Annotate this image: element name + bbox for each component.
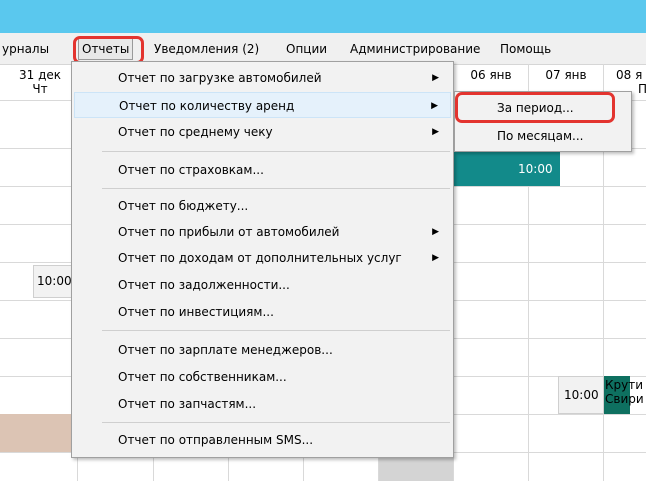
submenu-arrow-icon: ▶ — [431, 101, 438, 111]
report-item-insurance[interactable]: Отчет по страховкам... — [74, 157, 451, 183]
menu-item-label: Отчет по среднему чеку — [118, 125, 273, 139]
menu-journals[interactable]: урналы — [2, 40, 49, 58]
menu-notifications[interactable]: Уведомления (2) — [154, 40, 259, 58]
report-item-car-profit[interactable]: Отчет по прибыли от автомобилей ▶ — [74, 219, 451, 245]
day-header-date: 06 янв — [470, 68, 512, 82]
submenu-item-by-months[interactable]: По месяцам... — [457, 123, 629, 149]
booking-time: 10:00 — [518, 162, 553, 176]
report-item-car-load[interactable]: Отчет по загрузке автомобилей ▶ — [74, 65, 451, 91]
menu-item-label: Отчет по инвестициям... — [118, 305, 274, 319]
report-item-average-check[interactable]: Отчет по среднему чеку ▶ — [74, 119, 451, 145]
menu-separator — [102, 422, 450, 423]
reports-dropdown-menu: Отчет по загрузке автомобилей ▶ Отчет по… — [71, 61, 454, 458]
report-item-extra-services[interactable]: Отчет по доходам от дополнительных услуг… — [74, 245, 451, 271]
menu-item-label: Отчет по отправленным SMS... — [118, 433, 314, 447]
day-header-weekday: Чт — [32, 82, 48, 96]
day-header-date: 08 я — [616, 68, 643, 82]
day-header: 06 янв — [458, 68, 524, 82]
report-item-rentals-count[interactable]: Отчет по количеству аренд ▶ — [74, 92, 451, 118]
submenu-arrow-icon: ▶ — [432, 73, 439, 83]
booking-block[interactable]: 10:00 — [558, 376, 604, 414]
menu-item-label: Отчет по собственникам... — [118, 370, 287, 384]
report-item-budget[interactable]: Отчет по бюджету... — [74, 193, 451, 219]
reports-highlight-ring — [73, 36, 144, 64]
menu-separator — [102, 151, 450, 152]
menu-item-label: Отчет по количеству аренд — [119, 99, 295, 113]
by-period-highlight-ring — [455, 92, 615, 123]
menu-item-label: Отчет по запчастям... — [118, 397, 257, 411]
window-titlebar — [0, 0, 646, 33]
menu-item-label: Отчет по бюджету... — [118, 199, 249, 213]
report-item-manager-salary[interactable]: Отчет по зарплате менеджеров... — [74, 337, 451, 363]
submenu-arrow-icon: ▶ — [432, 127, 439, 137]
day-header-date: 31 дек — [18, 68, 61, 82]
day-header: 07 янв — [533, 68, 599, 82]
menu-item-label: Отчет по загрузке автомобилей — [118, 71, 322, 85]
menu-item-label: По месяцам... — [497, 129, 584, 143]
booking-label: Крути Свири — [605, 378, 646, 414]
menu-separator — [102, 188, 450, 189]
report-item-debt[interactable]: Отчет по задолженности... — [74, 272, 451, 298]
menu-item-label: Отчет по зарплате менеджеров... — [118, 343, 333, 357]
past-period-block — [0, 414, 76, 452]
booking-text: Крути — [605, 378, 644, 392]
submenu-arrow-icon: ▶ — [432, 227, 439, 237]
menu-help[interactable]: Помощь — [500, 40, 551, 58]
menu-administration[interactable]: Администрирование — [350, 40, 480, 58]
submenu-arrow-icon: ▶ — [432, 253, 439, 263]
menu-item-label: Отчет по доходам от дополнительных услуг — [118, 251, 402, 265]
menu-separator — [102, 330, 450, 331]
day-header-date: 07 янв — [545, 68, 587, 82]
menu-item-label: Отчет по страховкам... — [118, 163, 264, 177]
day-header-weekday: Пт — [638, 82, 646, 96]
report-item-investments[interactable]: Отчет по инвестициям... — [74, 299, 451, 325]
day-header: 31 дек Чт — [10, 68, 70, 96]
booking-text: Свири — [605, 392, 644, 406]
menu-item-label: Отчет по задолженности... — [118, 278, 290, 292]
menu-options[interactable]: Опции — [286, 40, 327, 58]
booking-time: 10:00 — [564, 388, 599, 402]
report-item-sms-sent[interactable]: Отчет по отправленным SMS... — [74, 427, 451, 453]
booking-time: 10:00 — [37, 274, 72, 288]
menu-item-label: Отчет по прибыли от автомобилей — [118, 225, 340, 239]
report-item-spare-parts[interactable]: Отчет по запчастям... — [74, 391, 451, 417]
report-item-owners[interactable]: Отчет по собственникам... — [74, 364, 451, 390]
booking-block[interactable]: 10:00 — [454, 152, 560, 186]
